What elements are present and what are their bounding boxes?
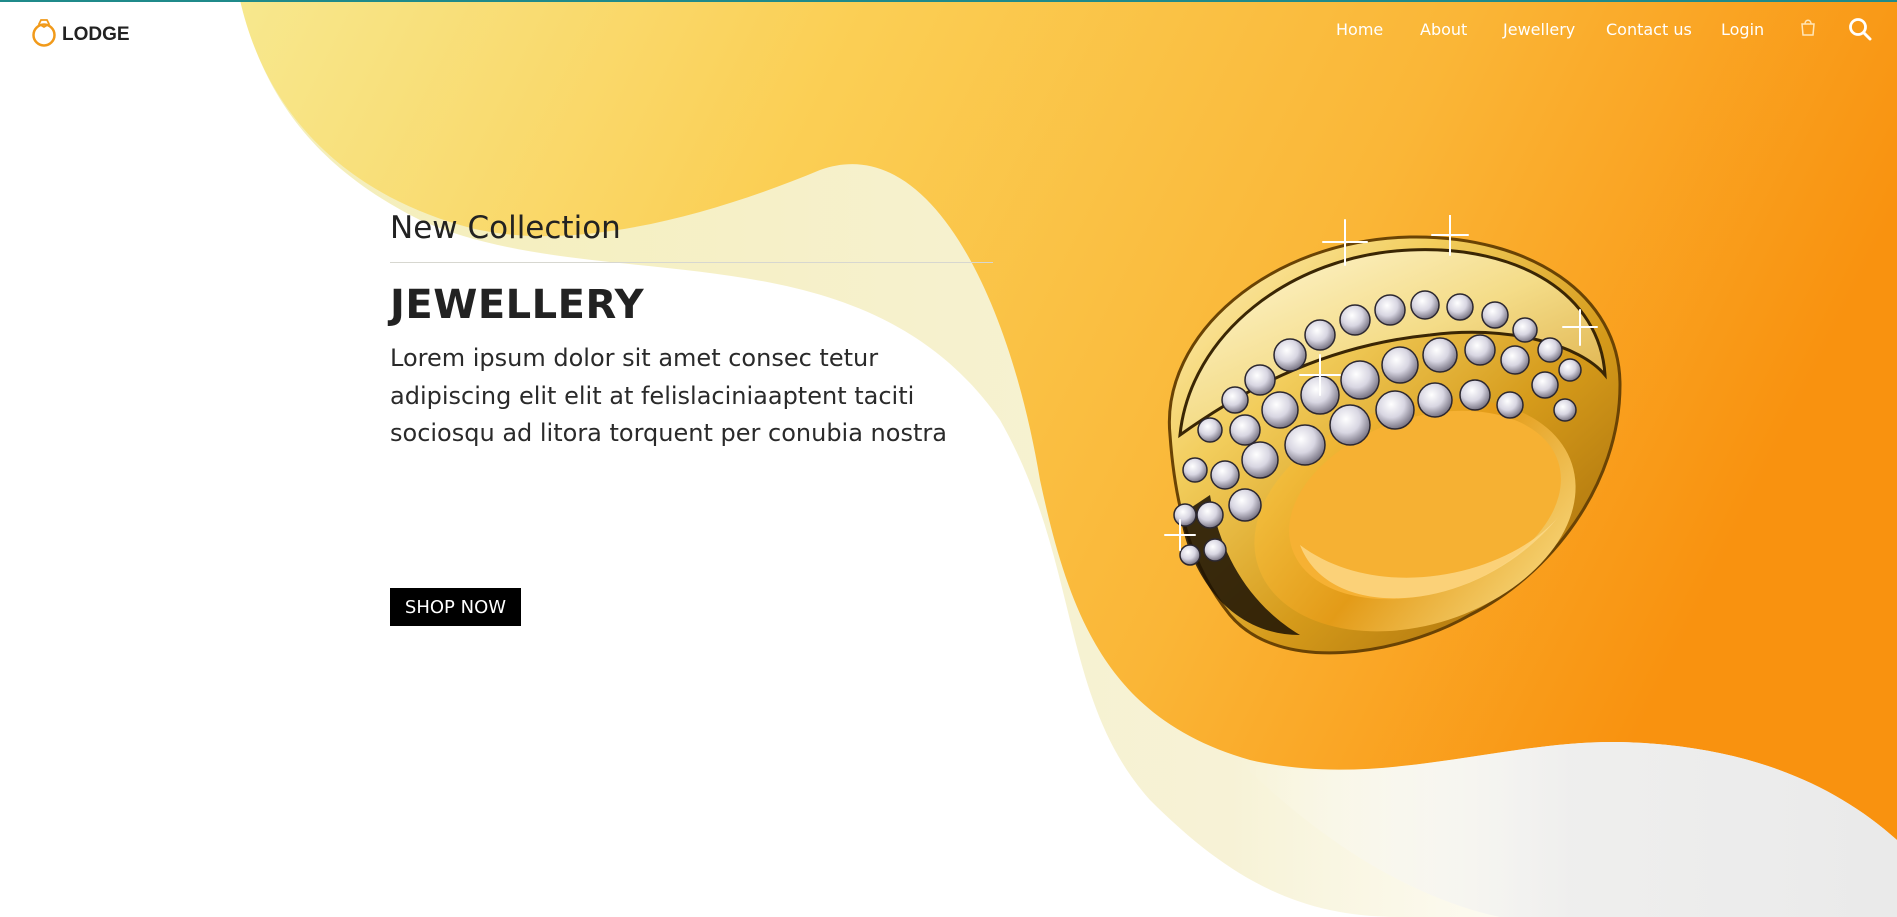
hero-divider xyxy=(390,262,993,263)
hero-subtitle: New Collection xyxy=(390,210,621,246)
main-nav: Home About Jewellery Contact us Login xyxy=(1320,17,1897,46)
search-icon[interactable] xyxy=(1848,17,1872,46)
nav-home[interactable]: Home xyxy=(1336,20,1383,39)
nav-about[interactable]: About xyxy=(1420,20,1467,39)
page: LODGE Home About Jewellery Contact us Lo… xyxy=(0,0,1897,917)
ring-logo-icon xyxy=(30,16,58,53)
brand-logo[interactable]: LODGE xyxy=(30,16,130,53)
nav-login[interactable]: Login xyxy=(1721,20,1764,39)
nav-contact-us[interactable]: Contact us xyxy=(1606,20,1692,39)
brand-name: LODGE xyxy=(62,23,130,45)
shop-now-button[interactable]: SHOP NOW xyxy=(390,588,521,626)
hero-description: Lorem ipsum dolor sit amet consec tetur … xyxy=(390,344,947,447)
top-accent-line xyxy=(0,0,1897,2)
hero-title: JEWELLERY xyxy=(390,282,645,328)
diamond-gold-ring-image xyxy=(1164,215,1622,655)
nav-jewellery[interactable]: Jewellery xyxy=(1503,20,1575,39)
shopping-bag-icon[interactable] xyxy=(1800,18,1816,41)
